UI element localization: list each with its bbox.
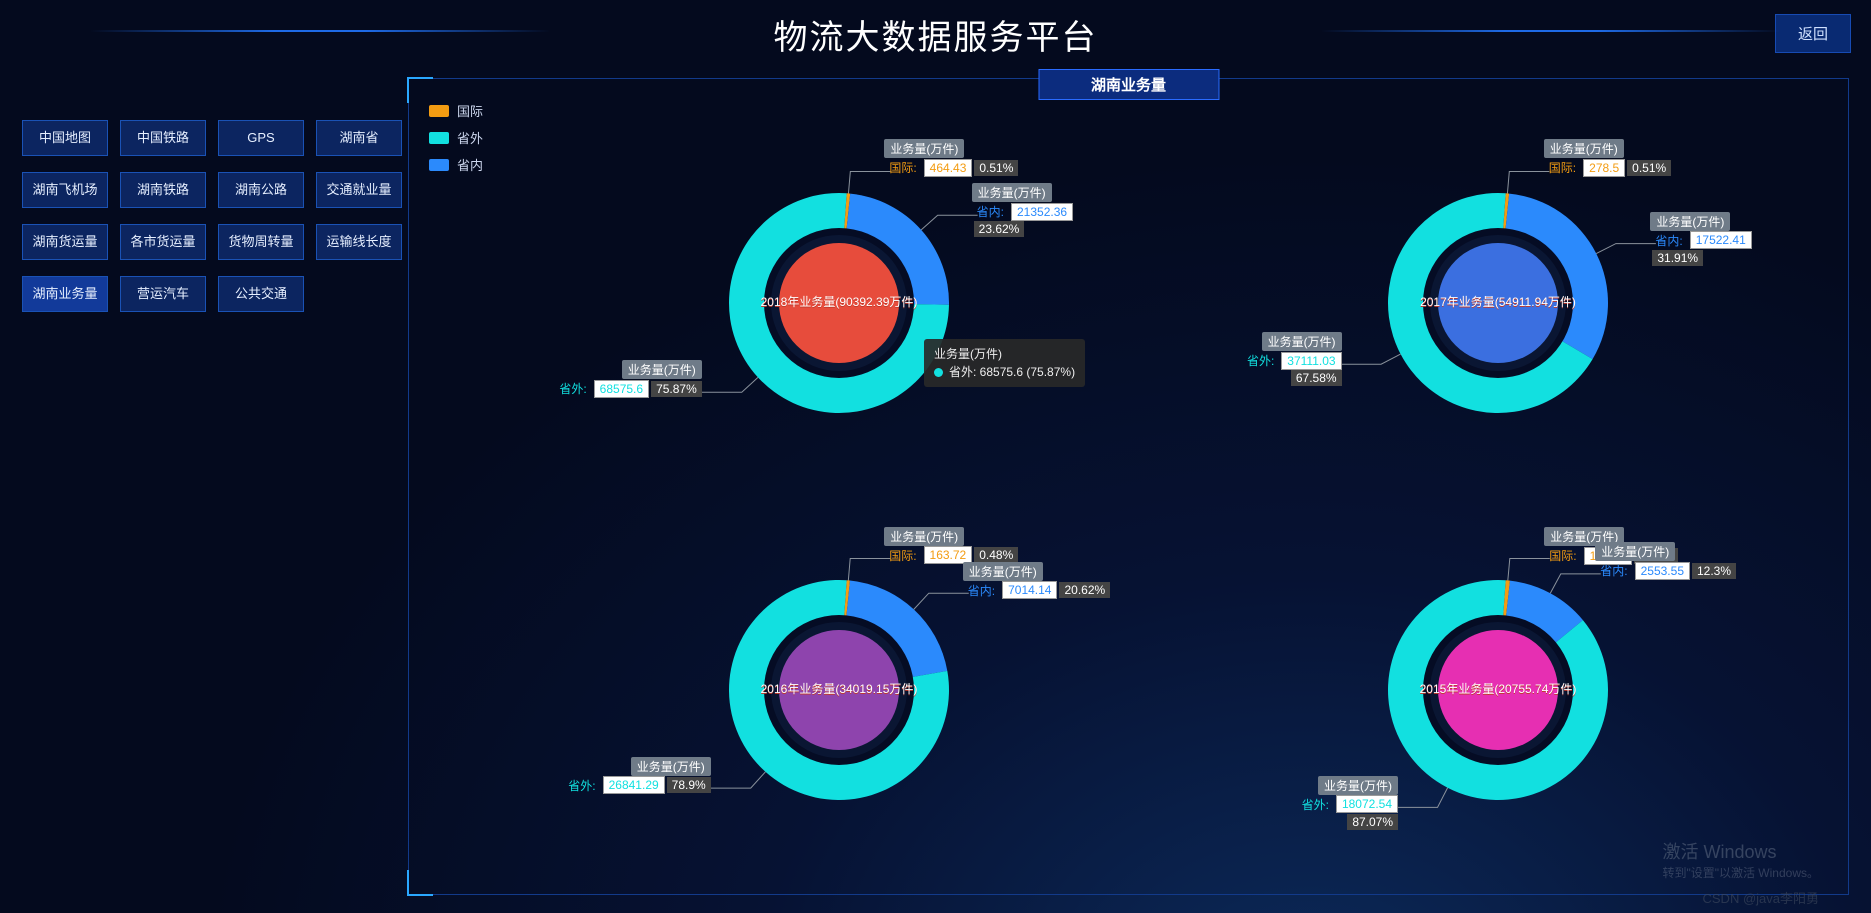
- metric-label: 业务量(万件): [884, 527, 964, 546]
- back-button[interactable]: 返回: [1775, 14, 1851, 53]
- series-pct: 0.51%: [1627, 160, 1671, 176]
- donut-center-label: 2017年业务量(54911.94万件): [1420, 294, 1576, 309]
- nav-GPS[interactable]: GPS: [218, 120, 304, 156]
- series-name: 国际:: [884, 158, 921, 177]
- nav-货物周转量[interactable]: 货物周转量: [218, 224, 304, 260]
- callout-out: 业务量(万件)省外:18072.5487.07%: [1248, 776, 1398, 830]
- legend-swatch-icon: [429, 132, 449, 144]
- series-pct: 31.91%: [1652, 250, 1703, 266]
- windows-watermark: 激活 Windows 转到"设置"以激活 Windows。: [1662, 838, 1819, 881]
- series-name: 省外:: [554, 379, 591, 398]
- donut-2016: 2016年业务量(34019.15万件)2016年业务量(34019.15万件)…: [509, 497, 1169, 885]
- donut-2015: 2015年业务量(20755.74万件)2015年业务量(20755.74万件)…: [1169, 497, 1829, 885]
- callout-in: 业务量(万件)省内:7014.1420.62%: [963, 562, 1113, 600]
- series-name: 国际:: [1544, 158, 1581, 177]
- callout-out: 业务量(万件)省外:37111.0367.58%: [1192, 332, 1342, 386]
- series-name: 国际:: [884, 546, 921, 565]
- legend-label: 省外: [457, 128, 483, 147]
- metric-label: 业务量(万件): [963, 562, 1043, 581]
- callout-in: 业务量(万件)省内:21352.3623.62%: [972, 183, 1122, 237]
- series-pct: 23.62%: [974, 221, 1025, 237]
- series-name: 省外:: [563, 776, 600, 795]
- donut-center-label: 2016年业务量(34019.15万件): [760, 681, 917, 696]
- nav-中国铁路[interactable]: 中国铁路: [120, 120, 206, 156]
- nav-交通就业量[interactable]: 交通就业量: [316, 172, 402, 208]
- callout-in: 业务量(万件)省内:17522.4131.91%: [1650, 212, 1800, 266]
- donut-center-label: 2015年业务量(20755.74万件): [1420, 681, 1577, 696]
- legend-item[interactable]: 省外: [429, 128, 483, 147]
- series-value: 21352.36: [1011, 203, 1073, 221]
- header: 物流大数据服务平台 返回: [0, 0, 1871, 70]
- callout-intl: 业务量(万件)国际:163.720.48%: [884, 527, 1034, 565]
- series-pct: 12.3%: [1692, 563, 1736, 579]
- nav-湖南飞机场[interactable]: 湖南飞机场: [22, 172, 108, 208]
- metric-label: 业务量(万件): [1544, 139, 1624, 158]
- series-name: 省内:: [963, 581, 1000, 600]
- csdn-watermark: CSDN @java李阳勇: [1703, 888, 1820, 907]
- series-pct: 78.9%: [667, 777, 711, 793]
- series-pct: 20.62%: [1059, 582, 1110, 598]
- donut-2017: 2017年业务量(54911.94万件)2017年业务量(54911.94万件)…: [1169, 109, 1829, 497]
- series-name: 省内:: [1595, 561, 1632, 580]
- series-name: 省内:: [972, 202, 1009, 221]
- series-value: 2553.55: [1635, 562, 1690, 580]
- nav-营运汽车[interactable]: 营运汽车: [120, 276, 206, 312]
- legend-item[interactable]: 国际: [429, 101, 483, 120]
- series-value: 278.5: [1583, 159, 1625, 177]
- series-value: 18072.54: [1336, 795, 1398, 813]
- series-value: 26841.29: [603, 776, 665, 794]
- page-title: 物流大数据服务平台: [0, 0, 1871, 59]
- series-name: 省外:: [1242, 351, 1279, 370]
- series-name: 省外:: [1297, 795, 1334, 814]
- metric-label: 业务量(万件): [884, 139, 964, 158]
- metric-label: 业务量(万件): [1318, 776, 1398, 795]
- panel-title: 湖南业务量: [1038, 69, 1219, 100]
- series-pct: 0.51%: [974, 160, 1018, 176]
- series-value: 464.43: [924, 159, 973, 177]
- nav-湖南公路[interactable]: 湖南公路: [218, 172, 304, 208]
- series-pct: 75.87%: [651, 381, 702, 397]
- series-value: 37111.03: [1281, 352, 1341, 370]
- nav-湖南货运量[interactable]: 湖南货运量: [22, 224, 108, 260]
- callout-in: 业务量(万件)省内:2553.5512.3%: [1595, 542, 1745, 580]
- series-pct: 67.58%: [1291, 370, 1342, 386]
- nav-湖南省[interactable]: 湖南省: [316, 120, 402, 156]
- nav-运输线长度[interactable]: 运输线长度: [316, 224, 402, 260]
- series-value: 68575.6: [594, 380, 649, 398]
- metric-label: 业务量(万件): [622, 360, 702, 379]
- nav-grid: 中国地图中国铁路GPS湖南省湖南飞机场湖南铁路湖南公路交通就业量湖南货运量各市货…: [22, 120, 392, 328]
- callout-intl: 业务量(万件)国际:464.430.51%: [884, 139, 1034, 177]
- metric-label: 业务量(万件): [1595, 542, 1675, 561]
- main-panel: 湖南业务量 国际省外省内 2018年业务量(90392.39万件)2018年业务…: [408, 78, 1849, 895]
- series-pct: 87.07%: [1347, 814, 1398, 830]
- nav-各市货运量[interactable]: 各市货运量: [120, 224, 206, 260]
- legend-item[interactable]: 省内: [429, 155, 483, 174]
- callout-out: 业务量(万件) 省外:26841.2978.9%: [561, 757, 711, 795]
- legend-swatch-icon: [429, 105, 449, 117]
- nav-公共交通[interactable]: 公共交通: [218, 276, 304, 312]
- metric-label: 业务量(万件): [631, 757, 711, 776]
- series-value: 17522.41: [1690, 231, 1752, 249]
- metric-label: 业务量(万件): [1262, 332, 1342, 351]
- series-value: 7014.14: [1002, 581, 1057, 599]
- metric-label: 业务量(万件): [972, 183, 1052, 202]
- donut-2018: 2018年业务量(90392.39万件)2018年业务量(90392.39万件)…: [509, 109, 1169, 497]
- series-name: 国际:: [1544, 546, 1581, 565]
- chart-grid: 2018年业务量(90392.39万件)2018年业务量(90392.39万件)…: [509, 109, 1828, 884]
- callout-out: 业务量(万件) 省外:68575.675.87%: [552, 360, 702, 398]
- chart-legend: 国际省外省内: [429, 101, 483, 182]
- legend-label: 国际: [457, 101, 483, 120]
- callout-intl: 业务量(万件)国际:278.50.51%: [1544, 139, 1694, 177]
- nav-湖南业务量[interactable]: 湖南业务量: [22, 276, 108, 312]
- legend-label: 省内: [457, 155, 483, 174]
- donut-center-label: 2018年业务量(90392.39万件): [760, 294, 917, 309]
- legend-swatch-icon: [429, 159, 449, 171]
- metric-label: 业务量(万件): [1650, 212, 1730, 231]
- nav-中国地图[interactable]: 中国地图: [22, 120, 108, 156]
- nav-湖南铁路[interactable]: 湖南铁路: [120, 172, 206, 208]
- series-name: 省内:: [1650, 231, 1687, 250]
